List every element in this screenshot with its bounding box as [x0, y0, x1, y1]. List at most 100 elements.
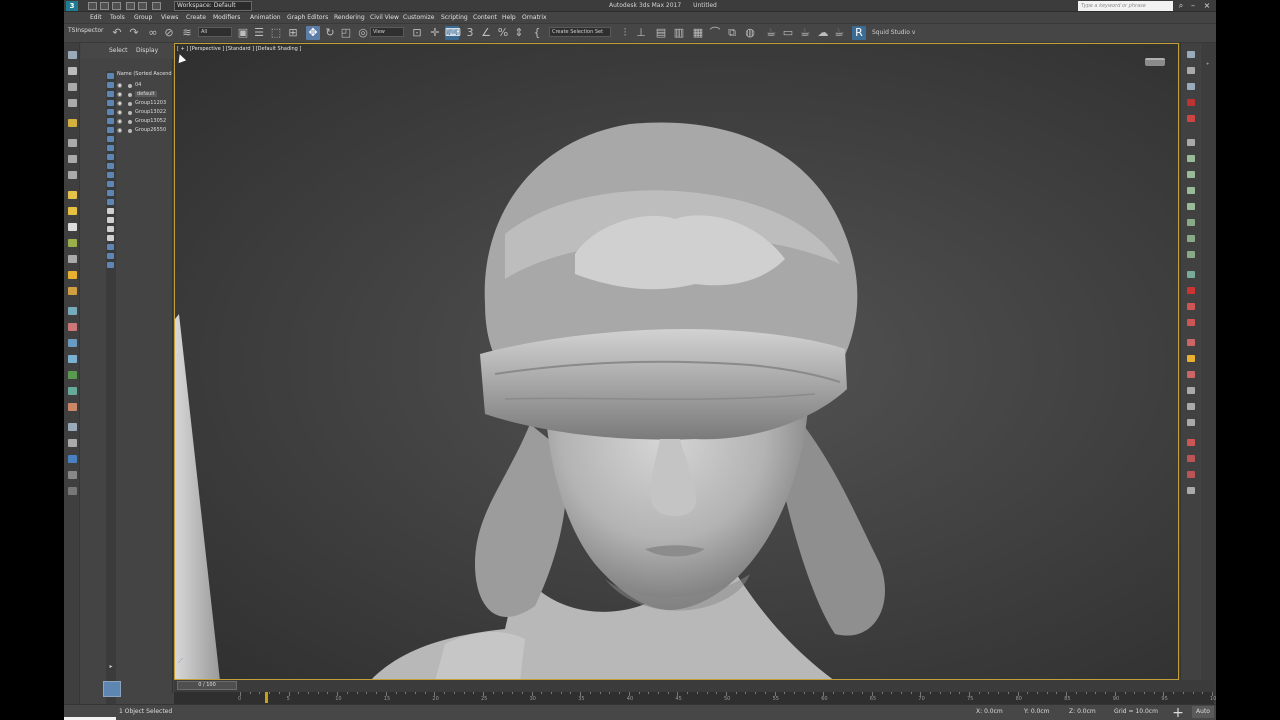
menu-tools[interactable]: Tools: [110, 14, 125, 21]
sort-icon[interactable]: [68, 139, 77, 147]
menu-civil-view[interactable]: Civil View: [370, 14, 399, 21]
shell-icon[interactable]: [1187, 219, 1195, 226]
menu-ornatrix[interactable]: Ornatrix: [522, 14, 547, 21]
display-all-icon[interactable]: [68, 339, 77, 347]
freeze-dot-icon[interactable]: [128, 102, 132, 106]
groups-filter-icon[interactable]: [68, 271, 77, 279]
cap-holes-icon[interactable]: [1187, 419, 1195, 426]
utilities-panel-icon[interactable]: [1187, 139, 1195, 146]
explorer-filter-icon[interactable]: [107, 118, 114, 124]
menu-modifiers[interactable]: Modifiers: [213, 14, 240, 21]
time-slider-track[interactable]: 0 / 100: [174, 680, 1214, 692]
menu-animation[interactable]: Animation: [250, 14, 281, 21]
explorer-filter-icon[interactable]: [107, 109, 114, 115]
undo-quick-icon[interactable]: [126, 2, 135, 10]
ts-inspector-button[interactable]: TSInspector: [68, 27, 103, 34]
auto-key-button[interactable]: Auto: [1192, 706, 1214, 718]
explorer-filter-icon[interactable]: [107, 100, 114, 106]
graphite-tool-icon[interactable]: [1187, 155, 1195, 162]
explorer-filter-icon[interactable]: [107, 208, 114, 214]
name-column-header[interactable]: Name (Sorted Ascend: [117, 71, 172, 77]
add-time-tag-icon[interactable]: +: [1170, 705, 1186, 720]
explorer-filter-icon[interactable]: [107, 199, 114, 205]
viewport-label-menu[interactable]: [ + ] [Perspective ] [Standard ] [Defaul…: [177, 46, 301, 52]
scene-object-row[interactable]: ◉ default: [117, 90, 173, 99]
explorer-filter-icon[interactable]: [107, 82, 114, 88]
explorer-filter-icon[interactable]: [107, 145, 114, 151]
y-value[interactable]: 0.0cm: [1031, 708, 1050, 715]
configure-icon[interactable]: [68, 403, 77, 411]
explorer-filter-icon[interactable]: [107, 127, 114, 133]
slice-icon[interactable]: [1187, 403, 1195, 410]
invert-display-icon[interactable]: [68, 371, 77, 379]
select-and-scale-icon[interactable]: ◰: [339, 26, 353, 40]
visibility-eye-icon[interactable]: ◉: [117, 82, 122, 89]
explorer-filter-icon[interactable]: [107, 226, 114, 232]
conform-icon[interactable]: [1187, 487, 1195, 494]
scene-explorer-icon[interactable]: [68, 51, 77, 59]
freeze-dot-icon[interactable]: [128, 93, 132, 97]
search-icon[interactable]: ⌕: [1176, 1, 1186, 11]
explorer-filter-icon[interactable]: [107, 190, 114, 196]
pro-optimizer-icon[interactable]: [1187, 387, 1195, 394]
scene-object-row[interactable]: ◉ Group26550: [117, 126, 173, 135]
ribbon-icon[interactable]: ▦: [691, 26, 705, 40]
explorer-filter-icon[interactable]: [107, 91, 114, 97]
material-editor-icon[interactable]: ◍: [743, 26, 757, 40]
menu-scripting[interactable]: Scripting: [441, 14, 468, 21]
x-value[interactable]: 0.0cm: [984, 708, 1003, 715]
particles-filter-icon[interactable]: [68, 323, 77, 331]
percent-snap-icon[interactable]: %: [496, 26, 510, 40]
expand-arrow-icon[interactable]: ▸: [107, 663, 115, 671]
display-none-icon[interactable]: [68, 355, 77, 363]
select-object-icon[interactable]: ▣: [236, 26, 250, 40]
mirror-icon[interactable]: ⫶: [618, 26, 632, 40]
viewcube-icon[interactable]: [1145, 58, 1165, 66]
uvw-map-icon[interactable]: [1187, 287, 1195, 294]
edit-named-selection-icon[interactable]: {: [530, 26, 544, 40]
explorer-filter-icon[interactable]: [107, 235, 114, 241]
render-activeshade-icon[interactable]: ☕: [832, 26, 846, 40]
symmetry-icon[interactable]: [1187, 187, 1195, 194]
turbosmooth-icon[interactable]: [1187, 203, 1195, 210]
tab-display[interactable]: Display: [136, 47, 158, 54]
visibility-eye-icon[interactable]: ◉: [117, 100, 122, 107]
bind-space-warp-icon[interactable]: ≋: [180, 26, 194, 40]
project-folder-icon[interactable]: [152, 2, 161, 10]
relax-icon[interactable]: [1187, 355, 1195, 362]
scene-object-row[interactable]: ◉ 04: [117, 81, 173, 90]
snaps-toggle-icon[interactable]: 3: [463, 26, 477, 40]
scene-object-row[interactable]: ◉ Group11203: [117, 99, 173, 108]
track-bar[interactable]: 0 5 10 15 20 25 30 35 40 45 50 55 60 65 70 75 80 85 90 95 10…: [174, 692, 1216, 704]
workspace-dropdown[interactable]: Workspace: Default: [174, 1, 252, 11]
render-setup-icon[interactable]: ☕: [764, 26, 778, 40]
app-logo-icon[interactable]: 3: [66, 1, 78, 11]
playhead[interactable]: [265, 692, 268, 703]
menu-content[interactable]: Content: [473, 14, 497, 21]
spacewarps-filter-icon[interactable]: [68, 255, 77, 263]
freeze-dot-icon[interactable]: [128, 84, 132, 88]
hierarchy-panel-icon[interactable]: [1187, 83, 1195, 90]
explorer-filter-icon[interactable]: [107, 154, 114, 160]
angle-snap-icon[interactable]: ∠: [479, 26, 493, 40]
visibility-eye-icon[interactable]: ◉: [117, 91, 122, 98]
toggle-scene-explorer-icon[interactable]: ▤: [654, 26, 668, 40]
rectangular-selection-icon[interactable]: ⬚: [269, 26, 283, 40]
close-icon[interactable]: ×: [1202, 1, 1212, 11]
xrefs-filter-icon[interactable]: [68, 287, 77, 295]
explorer-filter-icon[interactable]: [107, 244, 114, 250]
create-panel-icon[interactable]: [1187, 51, 1195, 58]
display-influences-icon[interactable]: [68, 439, 77, 447]
cameras-filter-icon[interactable]: [68, 223, 77, 231]
explorer-filter-icon[interactable]: [107, 253, 114, 259]
unlink-icon[interactable]: ⊘: [162, 26, 176, 40]
menu-help[interactable]: Help: [502, 14, 516, 21]
bones-filter-icon[interactable]: [68, 307, 77, 315]
explorer-filter-icon[interactable]: [107, 163, 114, 169]
undo-icon[interactable]: ↶: [110, 26, 124, 40]
align-icon[interactable]: ⊥: [634, 26, 648, 40]
named-selection-set-dropdown[interactable]: Create Selection Set: [549, 27, 611, 37]
menu-create[interactable]: Create: [186, 14, 206, 21]
redo-icon[interactable]: ↷: [127, 26, 141, 40]
visibility-eye-icon[interactable]: ◉: [117, 118, 122, 125]
